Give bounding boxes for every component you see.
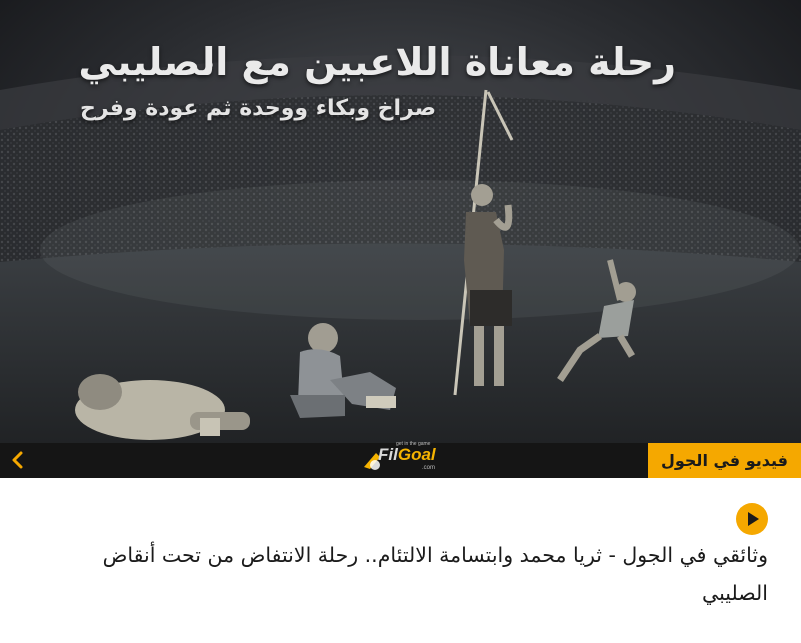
chevron-left-icon[interactable] — [6, 448, 30, 472]
hero-title: رحلة معاناة اللاعبين مع الصليبي — [78, 40, 676, 84]
article-headline[interactable]: وثائقي في الجول - ثريا محمد وابتسامة الا… — [68, 536, 768, 612]
video-card[interactable]: رحلة معاناة اللاعبين مع الصليبي صراخ وبك… — [0, 0, 801, 643]
logo-name-accent: Goal — [397, 445, 436, 464]
play-button[interactable] — [736, 503, 768, 535]
category-tag[interactable]: فيديو في الجول — [648, 443, 801, 478]
logo-wordmark: FilGoal — [378, 445, 436, 465]
play-icon — [748, 512, 759, 526]
hero-image[interactable]: رحلة معاناة اللاعبين مع الصليبي صراخ وبك… — [0, 0, 801, 478]
logo-domain: .com — [422, 465, 436, 471]
hero-subtitle: صراخ وبكاء ووحدة ثم عودة وفرح — [79, 96, 436, 121]
logo-name-main: Fil — [378, 445, 398, 464]
